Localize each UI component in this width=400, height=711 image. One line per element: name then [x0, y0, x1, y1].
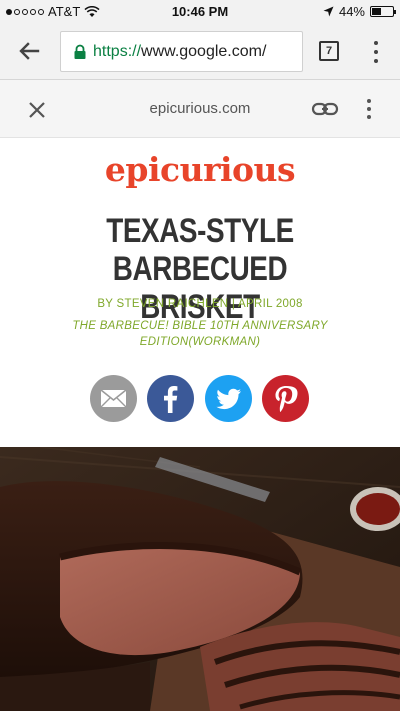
share-twitter-button[interactable] [205, 375, 252, 422]
location-arrow-icon [323, 6, 334, 17]
amp-menu-icon[interactable] [366, 99, 372, 119]
brisket-photo [0, 447, 400, 711]
article-source: The Barbecue! Bible 10th Anniversary Edi… [72, 320, 328, 348]
share-pinterest-button[interactable] [262, 375, 309, 422]
back-arrow-icon[interactable] [14, 36, 44, 66]
facebook-icon [164, 386, 178, 413]
battery-icon [370, 6, 396, 17]
share-facebook-button[interactable] [147, 375, 194, 422]
share-buttons [0, 375, 400, 423]
tab-switcher-button[interactable]: 7 [319, 41, 339, 61]
url-scheme: https:// [93, 42, 142, 60]
hero-image [0, 447, 400, 711]
amp-viewer-header: epicurious.com [0, 80, 400, 138]
address-bar[interactable]: https://www.google.com/ [60, 31, 303, 72]
article-byline: BY STEVEN RAICHLEN | APRIL 2008 [97, 298, 303, 310]
url-host: www.google.com/ [141, 42, 267, 60]
site-logo[interactable]: epicurious [0, 150, 400, 189]
status-bar: AT&T 10:46 PM 44% [0, 0, 400, 22]
twitter-icon [216, 388, 241, 410]
status-right: 44% [323, 4, 396, 19]
email-icon [100, 389, 127, 408]
lock-icon [74, 44, 86, 59]
source-domain: epicurious.com [149, 100, 251, 117]
browser-menu-icon[interactable] [366, 41, 386, 63]
battery-percent: 44% [338, 4, 365, 19]
share-email-button[interactable] [90, 375, 137, 422]
link-icon[interactable] [311, 99, 339, 119]
browser-toolbar: https://www.google.com/ 7 [0, 22, 400, 80]
pinterest-icon [275, 386, 298, 413]
